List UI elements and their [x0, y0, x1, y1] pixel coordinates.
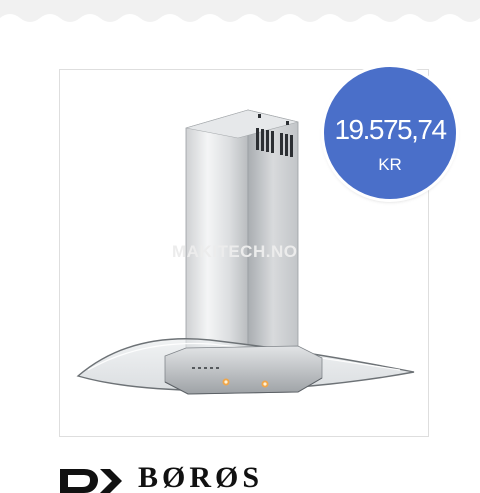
brand-name: BØRØS: [138, 463, 264, 493]
price-badge: 19.575,74 KR: [324, 67, 456, 199]
watermark-text: MAKITECH.NO: [172, 242, 298, 261]
brand-mark-icon: [60, 469, 122, 493]
decorative-wave-band: [0, 0, 480, 30]
price-amount: 19.575,74: [334, 114, 447, 145]
brand-logo: BØRØS: [58, 463, 288, 493]
price-currency: KR: [378, 155, 402, 174]
